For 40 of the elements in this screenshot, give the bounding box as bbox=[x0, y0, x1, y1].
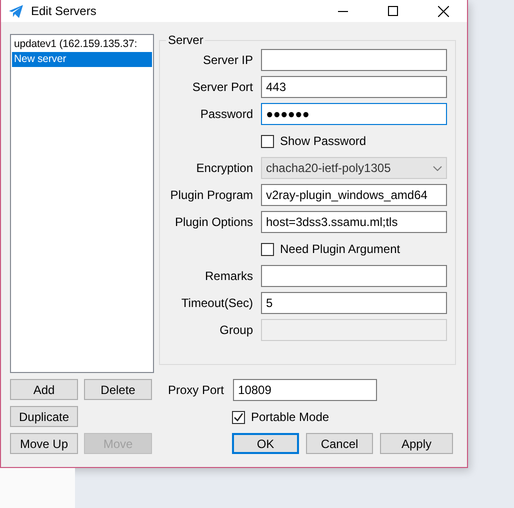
field-label: Password bbox=[199, 106, 253, 123]
checkbox-label[interactable]: Show Password bbox=[280, 134, 366, 148]
checkbox-label[interactable]: Portable Mode bbox=[251, 410, 330, 424]
checkbox[interactable] bbox=[261, 134, 274, 148]
field-label: Group bbox=[218, 322, 253, 339]
field-label: Plugin Options bbox=[174, 214, 253, 231]
server-list-item[interactable]: updatev1 (162.159.135.37: bbox=[12, 37, 152, 52]
text-field[interactable]: 443 bbox=[261, 76, 447, 98]
field-label: Remarks bbox=[204, 268, 253, 285]
field-label: Plugin Program bbox=[169, 187, 253, 204]
text-field[interactable]: ●●●●●● bbox=[261, 103, 447, 125]
checkbox-label[interactable]: Need Plugin Argument bbox=[280, 242, 400, 256]
field-label: Timeout(Sec) bbox=[180, 295, 253, 312]
close-icon[interactable] bbox=[438, 6, 449, 16]
maximize-icon[interactable] bbox=[388, 6, 398, 16]
proxy-port-field[interactable]: 10809 bbox=[233, 379, 378, 401]
server-list[interactable]: updatev1 (162.159.135.37: New server bbox=[10, 34, 154, 373]
text-field[interactable] bbox=[261, 49, 447, 71]
field-label: Server IP bbox=[202, 52, 253, 69]
dialog-button[interactable]: Apply bbox=[380, 433, 453, 454]
group-title: Server bbox=[166, 33, 206, 47]
list-button[interactable]: Duplicate bbox=[10, 406, 78, 427]
text-field[interactable] bbox=[261, 265, 447, 287]
dialog-button[interactable]: OK bbox=[232, 433, 299, 454]
server-list-item[interactable]: New server bbox=[12, 52, 152, 67]
checkbox[interactable] bbox=[232, 410, 245, 424]
list-button[interactable]: Add bbox=[10, 379, 78, 400]
text-field[interactable]: 5 bbox=[261, 292, 447, 314]
field-label: Server Port bbox=[191, 79, 253, 96]
checkbox[interactable] bbox=[261, 242, 274, 256]
paper-plane-icon bbox=[9, 4, 23, 18]
proxy-port-label: Proxy Port bbox=[168, 383, 224, 397]
text-field[interactable]: host=3dss3.ssamu.ml;tls bbox=[261, 211, 447, 233]
list-button[interactable]: Delete bbox=[84, 379, 152, 400]
dialog-button[interactable]: Cancel bbox=[306, 433, 373, 454]
text-field[interactable]: v2ray-plugin_windows_amd64 bbox=[261, 184, 447, 206]
list-button[interactable]: Move Up bbox=[10, 433, 78, 454]
chevron-down-icon bbox=[433, 166, 442, 170]
window-title: Edit Servers bbox=[31, 4, 96, 18]
field-label: Encryption bbox=[195, 160, 253, 177]
